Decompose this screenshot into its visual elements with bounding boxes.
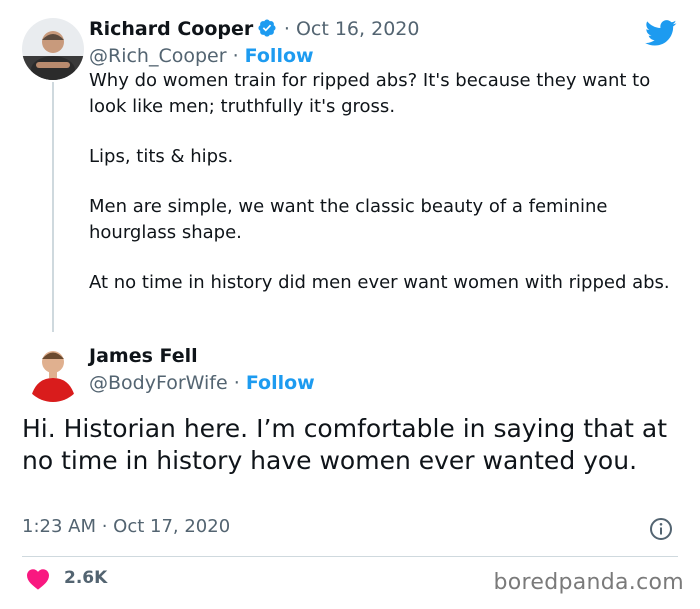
info-icon[interactable] xyxy=(649,517,673,545)
avatar-image xyxy=(22,18,84,80)
follow-button[interactable]: Follow xyxy=(246,372,315,394)
handle-row: @Rich_Cooper · Follow xyxy=(89,45,314,67)
tweet1-paragraph: Men are simple, we want the classic beau… xyxy=(89,196,608,243)
author-name[interactable]: James Fell xyxy=(89,345,198,367)
author-handle[interactable]: @Rich_Cooper xyxy=(89,45,227,67)
like-count[interactable]: 2.6K xyxy=(64,568,107,588)
tweet1-body: Why do women train for ripped abs? It's … xyxy=(89,68,689,320)
tweet-date[interactable]: · Oct 16, 2020 xyxy=(284,18,420,40)
avatar-richard-cooper[interactable] xyxy=(22,18,84,80)
tweet-timestamp[interactable]: 1:23 AM · Oct 17, 2020 xyxy=(22,516,230,537)
tweet1-paragraph: Why do women train for ripped abs? It's … xyxy=(89,70,651,117)
avatar-james-fell[interactable] xyxy=(22,340,84,402)
separator: · xyxy=(226,45,245,67)
separator: · xyxy=(227,372,246,394)
tweet1-paragraph: Lips, tits & hips. xyxy=(89,146,234,167)
watermark-text: boredpanda.com xyxy=(493,570,684,595)
heart-icon[interactable] xyxy=(26,568,50,594)
divider xyxy=(22,556,678,557)
twitter-bird-icon[interactable] xyxy=(645,20,677,51)
tweet2-body: Hi. Historian here. I’m comfortable in s… xyxy=(22,414,668,475)
tweet1-paragraph: At no time in history did men ever want … xyxy=(89,272,670,293)
verified-badge-icon xyxy=(257,18,277,43)
author-handle[interactable]: @BodyForWife xyxy=(89,372,228,394)
follow-button[interactable]: Follow xyxy=(245,45,314,67)
avatar-image xyxy=(22,340,84,402)
thread-connector-line xyxy=(52,82,54,332)
author-header: Richard Cooper · Oct 16, 2020 xyxy=(89,18,419,43)
author-name[interactable]: Richard Cooper xyxy=(89,18,253,40)
handle-row: @BodyForWife · Follow xyxy=(89,372,315,394)
